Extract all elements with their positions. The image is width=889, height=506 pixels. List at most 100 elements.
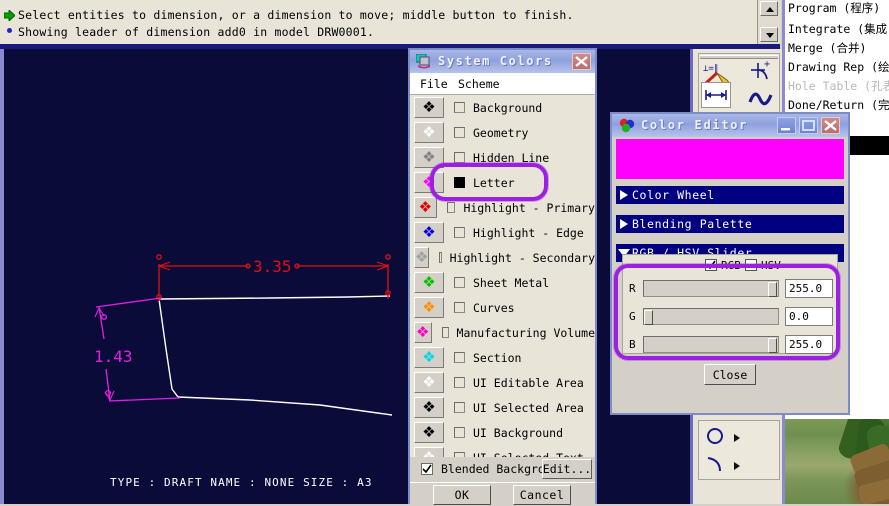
scroll-up-button[interactable]: [760, 1, 778, 16]
circle-dim-expand-icon[interactable]: [734, 433, 740, 442]
cancel-button[interactable]: Cancel: [513, 485, 571, 505]
color-checkbox[interactable]: [454, 152, 465, 163]
color-swatch[interactable]: ❖: [414, 422, 444, 443]
blended-background-checkbox[interactable]: [421, 463, 433, 475]
color-row-highlight-secondary[interactable]: ❖ Highlight - Secondary: [410, 245, 595, 270]
color-swatch[interactable]: ❖: [414, 272, 444, 293]
menu-item-merge[interactable]: Merge (合并): [788, 40, 866, 56]
menu-item-drawing-rep[interactable]: Drawing Rep (绘图: [788, 59, 889, 75]
annotation-highlight-letter: [430, 163, 548, 201]
close-icon[interactable]: [821, 117, 840, 134]
color-swatch[interactable]: ❖: [414, 347, 444, 368]
color-label: Highlight - Secondary: [449, 250, 595, 265]
close-icon[interactable]: [572, 53, 591, 70]
maximize-icon[interactable]: [799, 117, 818, 134]
close-button[interactable]: Close: [704, 364, 756, 385]
menu-item-done-return[interactable]: Done/Return (完成: [788, 97, 889, 113]
drawing-status-line: TYPE : DRAFT NAME : NONE SIZE : A3: [110, 476, 373, 489]
color-checkbox[interactable]: [454, 227, 465, 238]
section-blending-palette[interactable]: Blending Palette: [616, 215, 844, 233]
color-row-ui-editable-area[interactable]: ❖ UI Editable Area: [410, 370, 595, 395]
color-label: UI Background: [473, 425, 564, 440]
color-checkbox[interactable]: [454, 127, 465, 138]
color-label: Highlight - Edge: [473, 225, 584, 240]
color-row-curves[interactable]: ❖ Curves: [410, 295, 595, 320]
color-label: UI Editable Area: [473, 375, 584, 390]
horizontal-dimension-value: 3.35: [253, 257, 292, 276]
curve-dim-icon[interactable]: [748, 88, 774, 113]
color-swatch[interactable]: ❖: [414, 97, 444, 118]
color-editor-titlebar[interactable]: Color Editor: [612, 114, 848, 137]
system-colors-title: System Colors: [438, 54, 553, 68]
color-swatch[interactable]: ❖: [414, 197, 437, 218]
color-label: Background: [473, 100, 543, 115]
annotation-highlight-rgb-slider: [614, 264, 840, 360]
chevron-right-icon[interactable]: [620, 190, 628, 200]
arc-dim-icon[interactable]: [706, 455, 724, 476]
color-swatch[interactable]: ❖: [414, 297, 444, 318]
circle-dim-icon[interactable]: [706, 427, 724, 448]
color-checkbox[interactable]: [454, 402, 465, 413]
color-label: Section: [473, 350, 522, 365]
color-swatch[interactable]: ❖: [414, 322, 432, 343]
blended-background-row[interactable]: Blended Background Edit...: [410, 457, 595, 481]
color-label: Manufacturing Volume: [456, 325, 595, 340]
section-label: Blending Palette: [632, 217, 753, 231]
linear-dim-button[interactable]: [701, 82, 731, 108]
system-colors-list[interactable]: ❖ Background ❖ Geometry ❖ Hidden Line ❖ …: [410, 95, 595, 457]
color-checkbox[interactable]: [454, 427, 465, 438]
color-checkbox[interactable]: [454, 102, 465, 113]
section-color-wheel[interactable]: Color Wheel: [616, 186, 844, 204]
color-checkbox[interactable]: [454, 377, 465, 388]
minimize-icon[interactable]: [777, 117, 796, 134]
coordinate-dim-icon[interactable]: +: [748, 58, 774, 87]
color-swatch[interactable]: ❖: [414, 447, 444, 457]
color-label: Highlight - Primary: [463, 200, 595, 215]
color-swatch[interactable]: ❖: [414, 372, 444, 393]
color-checkbox[interactable]: [441, 327, 449, 338]
chevron-right-icon[interactable]: [620, 219, 628, 229]
color-checkbox[interactable]: [439, 252, 442, 263]
arc-dim-row[interactable]: [706, 455, 740, 476]
canvas-left-border: [0, 49, 4, 504]
color-row-section[interactable]: ❖ Section: [410, 345, 595, 370]
system-colors-menubar[interactable]: File Scheme: [410, 73, 595, 95]
menu-item-integrate[interactable]: Integrate (集成): [788, 21, 889, 37]
color-checkbox[interactable]: [454, 302, 465, 313]
message-scrollbar[interactable]: [757, 0, 781, 44]
system-colors-buttonbar: OK Cancel: [410, 482, 595, 506]
color-checkbox[interactable]: [454, 277, 465, 288]
color-label: Sheet Metal: [473, 275, 550, 290]
color-row-ui-selected-area[interactable]: ❖ UI Selected Area: [410, 395, 595, 420]
color-swatch[interactable]: ❖: [414, 247, 430, 268]
svg-text:+: +: [764, 59, 770, 70]
color-swatch[interactable]: ❖: [414, 222, 444, 243]
color-checkbox[interactable]: [446, 202, 456, 213]
color-editor-title: Color Editor: [641, 118, 749, 132]
arc-dim-expand-icon[interactable]: [734, 461, 740, 470]
system-colors-icon: [415, 53, 432, 69]
section-label: Color Wheel: [632, 188, 715, 202]
color-swatch[interactable]: ❖: [414, 397, 444, 418]
color-row-background[interactable]: ❖ Background: [410, 95, 595, 120]
color-label: Geometry: [473, 125, 529, 140]
system-colors-dialog[interactable]: System Colors File Scheme ❖ Background ❖…: [408, 48, 597, 506]
color-row-ui-selected-text[interactable]: ❖ UI Selected Text: [410, 445, 595, 457]
edit-button[interactable]: Edit...: [542, 459, 592, 479]
color-row-geometry[interactable]: ❖ Geometry: [410, 120, 595, 145]
menu-file[interactable]: File: [420, 77, 448, 91]
scroll-down-button[interactable]: [760, 27, 778, 42]
color-checkbox[interactable]: [454, 352, 465, 363]
menu-scheme[interactable]: Scheme: [458, 77, 500, 91]
color-row-sheet-metal[interactable]: ❖ Sheet Metal: [410, 270, 595, 295]
circle-dim-row[interactable]: [706, 427, 740, 448]
menu-item-program[interactable]: Program (程序): [788, 0, 880, 16]
color-row-manufacturing-volume[interactable]: ❖ Manufacturing Volume: [410, 320, 595, 345]
ok-button[interactable]: OK: [433, 485, 491, 505]
blue-dot-icon: [7, 28, 12, 33]
color-swatch[interactable]: ❖: [414, 122, 444, 143]
system-colors-titlebar[interactable]: System Colors: [410, 50, 595, 73]
color-row-highlight-edge[interactable]: ❖ Highlight - Edge: [410, 220, 595, 245]
color-row-ui-background[interactable]: ❖ UI Background: [410, 420, 595, 445]
menu-item-hole-table: Hole Table (孔表: [788, 79, 889, 93]
